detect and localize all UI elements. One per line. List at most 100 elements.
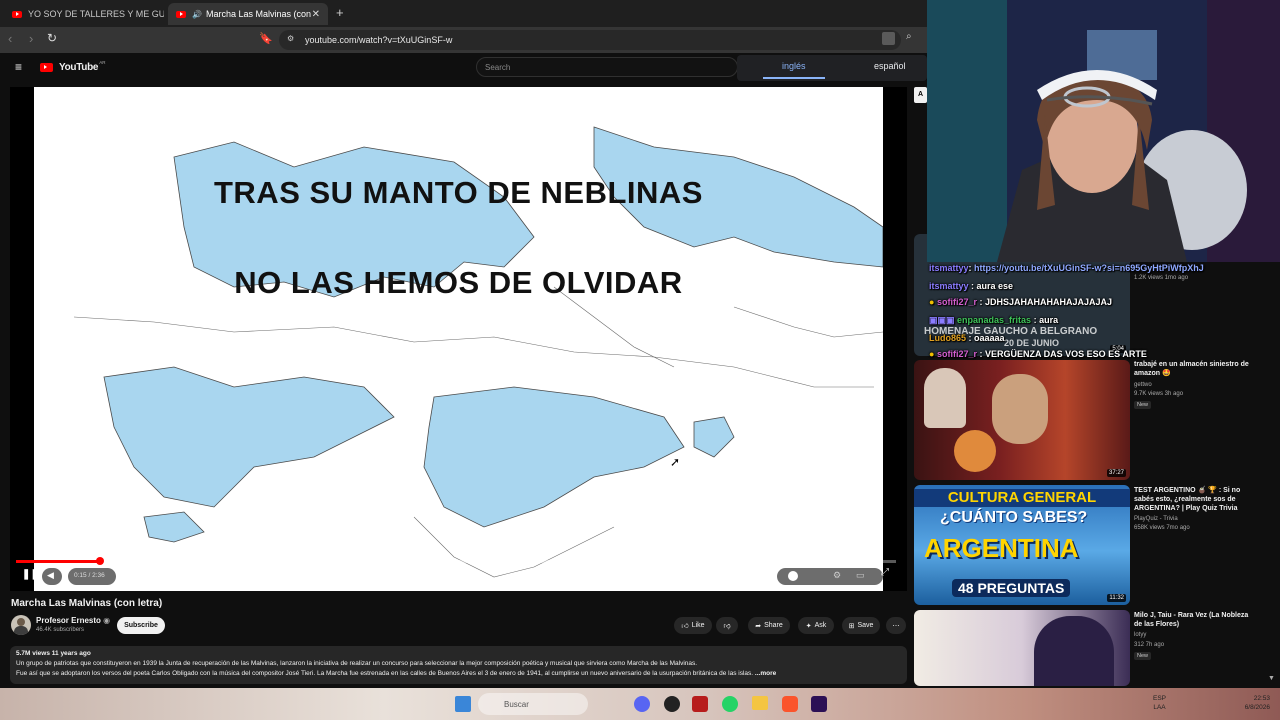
translate-tab-espanol[interactable]: español [874, 61, 906, 71]
recommended-thumbnail[interactable]: 37:27 [914, 360, 1130, 480]
subscribe-button[interactable]: Subscribe [117, 617, 165, 634]
thumb-text: CULTURA GENERAL [914, 489, 1130, 507]
autoplay-toggle[interactable] [788, 571, 798, 581]
active-tab-indicator [763, 77, 825, 79]
menu-icon[interactable]: ≡ [15, 60, 22, 74]
translate-tab-ingles[interactable]: inglés [782, 61, 806, 71]
ask-button[interactable]: ✦ Ask [798, 617, 834, 634]
progress-bar[interactable] [16, 557, 896, 565]
browser-tab[interactable]: YO SOY DE TALLERES Y ME GUSTA LA [4, 3, 164, 25]
fullscreen-icon[interactable]: ⤢ [881, 567, 889, 578]
chat-text: VERGÜENZA DAS VOS ESO ES ARTE [984, 349, 1147, 359]
premiere-icon[interactable] [811, 696, 827, 712]
verified-icon: ◉ [103, 616, 111, 625]
like-button[interactable]: 👍︎ Like [674, 617, 712, 634]
recommended-thumbnail[interactable]: CULTURA GENERAL ¿CUÁNTO SABES? ARGENTINA… [914, 485, 1130, 605]
chat-text: https://youtu.be/tXuUGinSF-w?si=n695GyHt… [974, 263, 1204, 273]
translate-icon[interactable] [882, 32, 895, 45]
video-frame: TRAS SU MANTO DE NEBLINAS NO LAS HEMOS D… [34, 87, 883, 591]
taskbar-search[interactable]: Buscar [478, 693, 588, 715]
recommended-channel[interactable]: lotyy [1134, 631, 1146, 640]
channel-name-text: Profesor Ernesto [36, 616, 101, 625]
theater-icon[interactable]: ▭ [856, 570, 865, 581]
channel-name[interactable]: Profesor Ernesto ◉ [36, 616, 110, 625]
recommended-title[interactable]: TEST ARGENTINO 🧉 🏆 : Si no sabés esto, ¿… [1134, 486, 1258, 513]
forward-icon[interactable]: › [29, 31, 33, 46]
search-input[interactable]: Search [476, 57, 738, 77]
description-box[interactable]: 5.7M views 11 years ago Un grupo de patr… [10, 646, 907, 684]
discord-icon[interactable] [634, 696, 650, 712]
settings-icon[interactable]: ⚙ [833, 570, 841, 581]
language-indicator[interactable]: ESP LAA [1153, 694, 1166, 712]
progress-scrubber[interactable] [96, 557, 104, 565]
lyric-line-2: NO LAS HEMOS DE OLVIDAR [234, 265, 683, 300]
description-line-1: Un grupo de patriotas que constituyeron … [16, 660, 698, 667]
browser-tab-bar: YO SOY DE TALLERES Y ME GUSTA LA 🔊 March… [0, 0, 927, 27]
recommended-channel[interactable]: PlayQuiz - Trivia [1134, 515, 1178, 524]
recommended-title[interactable]: Milo J, Taiu - Rara Vez (La Nobleza de l… [1134, 611, 1258, 629]
share-button[interactable]: ➦ Share [748, 617, 790, 634]
time-text: 0:15 / 2:36 [74, 572, 105, 579]
translate-bar: inglés español [737, 55, 927, 81]
dislike-button[interactable]: 👎︎ [716, 617, 738, 634]
views-line: 5.7M views 11 years ago [16, 650, 91, 657]
pause-icon[interactable]: ❚❚ [22, 569, 39, 580]
speaker-icon: 🔊 [192, 9, 202, 19]
new-tab-icon[interactable]: + [336, 5, 344, 20]
start-icon[interactable] [455, 696, 471, 712]
channel-avatar[interactable] [11, 615, 31, 635]
save-label: Save [857, 622, 874, 629]
mouse-cursor-icon: ➚ [670, 455, 681, 469]
badge-icon: ● [929, 297, 935, 307]
site-info-icon[interactable]: ⚙ [287, 34, 294, 43]
figure-shape [1034, 616, 1114, 686]
clock[interactable]: 22:53 6/8/2026 [1224, 694, 1270, 712]
chat-text: aura ese [976, 281, 1014, 291]
share-label: Share [764, 622, 783, 629]
chat-separator: : [976, 349, 985, 359]
browser-tab-active[interactable]: 🔊 Marcha Las Malvinas (con letr ✕ [168, 3, 328, 25]
chat-user: sofifi27_r [936, 297, 977, 307]
address-bar[interactable]: ⚙ youtube.com/watch?v=tXuUGinSF-w [279, 30, 901, 50]
like-label: Like [691, 622, 705, 629]
chat-separator: : [966, 333, 975, 343]
taskbar: Buscar ESP LAA 22:53 6/8/2026 [0, 688, 1280, 720]
chat-user: sofifi27_r [936, 349, 977, 359]
new-badge: New [1134, 401, 1152, 409]
side-edge-label: A [914, 87, 927, 103]
more-link[interactable]: ...more [755, 670, 776, 677]
chat-message: itsmattyy: https://youtu.be/tXuUGinSF-w?… [929, 263, 1204, 273]
youtube-logo[interactable]: YouTube AR [40, 60, 106, 73]
language-region: LAA [1153, 704, 1166, 711]
description-line-2-row: Fue así que se adoptaron los versos del … [16, 669, 901, 679]
clock-time: 22:53 [1253, 695, 1270, 702]
malvinas-map-image [73, 126, 883, 578]
recommended-thumbnail[interactable] [914, 610, 1130, 686]
recommended-title[interactable]: trabajé en un almacén siniestro de amazo… [1134, 360, 1258, 378]
recommended-channel[interactable]: gettwo [1134, 381, 1152, 390]
scroll-down-icon[interactable]: ▼ [1268, 675, 1275, 682]
save-button[interactable]: ⊞ Save [842, 617, 880, 634]
whatsapp-icon[interactable] [722, 696, 738, 712]
bookmark-icon[interactable]: 🔖 [259, 32, 273, 45]
video-title: Marcha Las Malvinas (con letra) [11, 598, 163, 609]
thumbs-up-icon: 👍︎ [681, 623, 689, 630]
app-icon[interactable] [692, 696, 708, 712]
brave-icon[interactable] [782, 696, 798, 712]
zoom-icon[interactable]: ⌕ [906, 31, 912, 42]
youtube-favicon-icon [176, 10, 186, 18]
obs-icon[interactable] [664, 696, 680, 712]
badge-icon: ▣▣▣ [929, 315, 955, 325]
close-tab-icon[interactable]: ✕ [312, 9, 320, 20]
new-badge: New [1134, 652, 1152, 660]
volume-button[interactable]: ◀ [42, 568, 62, 585]
player-controls: ❚❚ ◀ 0:15 / 2:36 ⚙ ▭ ⤢ [10, 555, 907, 591]
reload-icon[interactable]: ↻ [47, 31, 57, 45]
sparkle-icon: ✦ [805, 622, 812, 630]
logo-region: AR [99, 60, 106, 65]
more-actions-button[interactable]: ⋯ [886, 617, 906, 634]
back-icon[interactable]: ‹ [8, 31, 12, 46]
thumb-text: 48 PREGUNTAS [952, 579, 1071, 597]
video-player[interactable]: TRAS SU MANTO DE NEBLINAS NO LAS HEMOS D… [10, 87, 907, 591]
folder-icon[interactable] [752, 696, 768, 710]
